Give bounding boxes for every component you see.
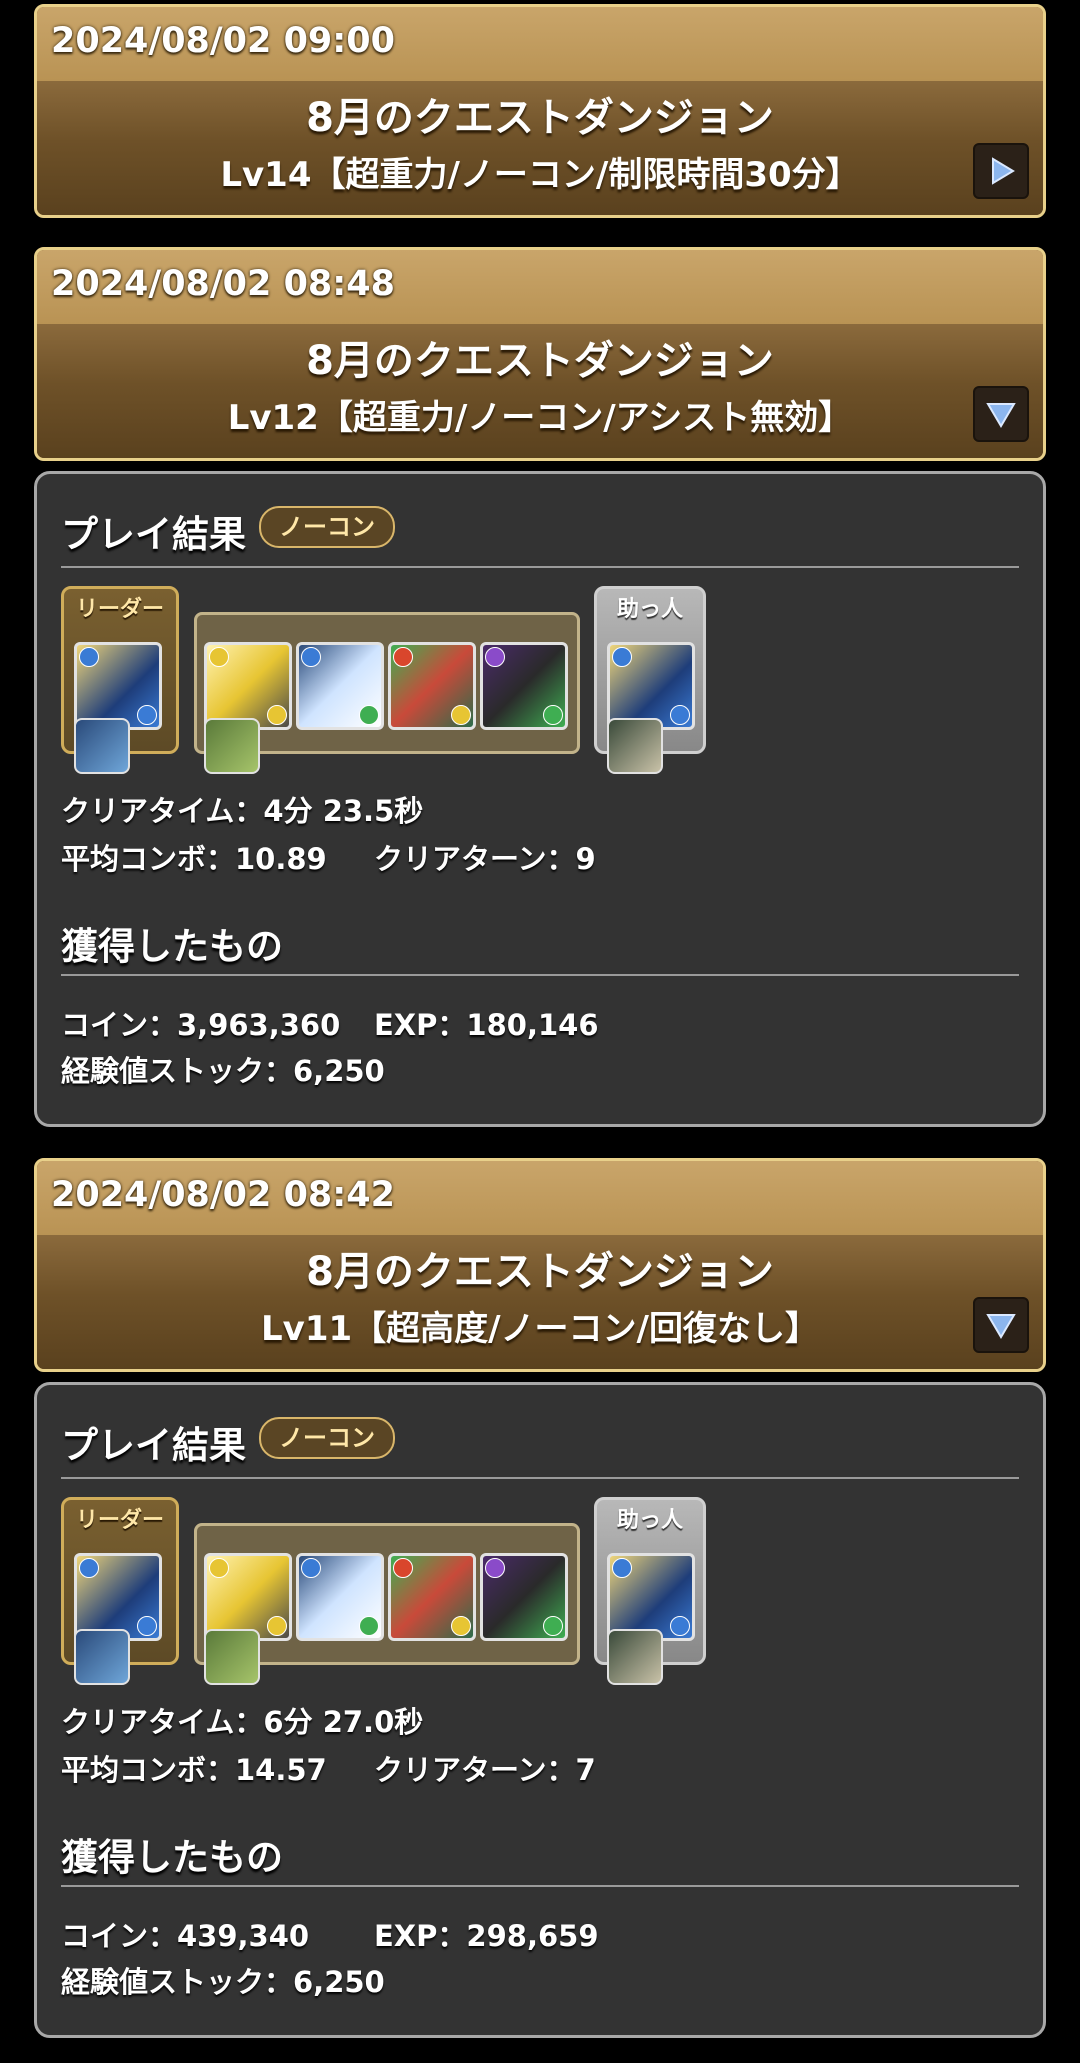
member-1-assist-icon[interactable] (204, 1629, 260, 1685)
coin-reward: コイン：439,340 (61, 1919, 310, 1953)
leader-label: リーダー (75, 597, 164, 622)
member-3-monster-icon[interactable] (388, 1553, 476, 1641)
exp-stock: 経験値ストック：6,250 (61, 1054, 385, 1088)
entry-body: 8月のクエストダンジョン Lv12【超重力/ノーコン/アシスト無効】 (37, 324, 1043, 458)
water-orb-icon (79, 647, 99, 667)
dungeon-entry-header-1[interactable]: 2024/08/02 09:00 8月のクエストダンジョン Lv14【超重力/ノ… (34, 4, 1046, 218)
leader-monster-icon[interactable] (74, 1553, 162, 1641)
divider (61, 1885, 1019, 1887)
entry-date: 2024/08/02 08:48 (51, 264, 395, 304)
entry-body: 8月のクエストダンジョン Lv14【超重力/ノーコン/制限時間30分】 (37, 81, 1043, 215)
water-orb-icon (612, 647, 632, 667)
dungeon-entry-header-2[interactable]: 2024/08/02 08:48 8月のクエストダンジョン Lv12【超重力/ノ… (34, 247, 1046, 461)
dungeon-title: 8月のクエストダンジョン (306, 338, 774, 384)
date-band: 2024/08/02 08:48 (37, 250, 1043, 324)
exp-reward: EXP：298,659 (374, 1919, 599, 1953)
water-orb-icon (301, 1558, 321, 1578)
clear-time: クリアタイム：4分 23.5秒 (61, 794, 424, 828)
dungeon-floor-name: Lv12【超重力/ノーコン/アシスト無効】 (227, 398, 853, 438)
helper-assist-icon[interactable] (607, 1629, 663, 1685)
average-combo: 平均コンボ：14.57 (61, 1753, 327, 1787)
play-result-panel-2: プレイ結果 ノーコン リーダー 助っ人 クリアタイム：6分 27.0秒 平均コン… (34, 1382, 1046, 2038)
wood-orb-icon (359, 705, 379, 725)
member-2-monster-icon[interactable] (296, 642, 384, 730)
member-3-monster-icon[interactable] (388, 642, 476, 730)
leader-assist-icon[interactable] (74, 1629, 130, 1685)
helper-label: 助っ人 (616, 1508, 683, 1533)
water-orb-icon (612, 1558, 632, 1578)
loot-heading: 獲得したもの (61, 925, 283, 968)
no-continue-badge: ノーコン (259, 1417, 395, 1459)
helper-monster-icon[interactable] (607, 1553, 695, 1641)
exp-reward: EXP：180,146 (374, 1008, 599, 1042)
light-orb-icon (451, 705, 471, 725)
coin-reward: コイン：3,963,360 (61, 1008, 341, 1042)
helper-label: 助っ人 (616, 597, 683, 622)
dungeon-title: 8月のクエストダンジョン (306, 1249, 774, 1295)
wood-orb-icon (543, 705, 563, 725)
light-orb-icon (267, 705, 287, 725)
light-orb-icon (267, 1616, 287, 1636)
dungeon-floor-name: Lv11【超高度/ノーコン/回復なし】 (261, 1309, 819, 1349)
play-result-heading: プレイ結果 (61, 513, 246, 556)
dungeon-floor-name: Lv14【超重力/ノーコン/制限時間30分】 (220, 155, 860, 195)
member-1-monster-icon[interactable] (204, 642, 292, 730)
loot-heading: 獲得したもの (61, 1836, 283, 1879)
dungeon-title: 8月のクエストダンジョン (306, 95, 774, 141)
collapse-toggle-button[interactable] (973, 386, 1029, 442)
wood-orb-icon (359, 1616, 379, 1636)
play-result-heading: プレイ結果 (61, 1424, 246, 1467)
divider (61, 566, 1019, 568)
leader-monster-icon[interactable] (74, 642, 162, 730)
light-orb-icon (209, 647, 229, 667)
divider (61, 974, 1019, 976)
divider (61, 1477, 1019, 1479)
water-orb-icon (301, 647, 321, 667)
fire-orb-icon (393, 1558, 413, 1578)
dark-orb-icon (485, 647, 505, 667)
leader-assist-icon[interactable] (74, 718, 130, 774)
water-orb-icon (137, 705, 157, 725)
collapse-toggle-button[interactable] (973, 1297, 1029, 1353)
light-orb-icon (209, 1558, 229, 1578)
triangle-down-icon (986, 403, 1016, 428)
member-2-monster-icon[interactable] (296, 1553, 384, 1641)
dark-orb-icon (485, 1558, 505, 1578)
exp-stock: 経験値ストック：6,250 (61, 1965, 385, 1999)
leader-label: リーダー (75, 1508, 164, 1533)
helper-assist-icon[interactable] (607, 718, 663, 774)
water-orb-icon (137, 1616, 157, 1636)
clear-turn: クリアターン：9 (374, 842, 596, 876)
no-continue-badge: ノーコン (259, 506, 395, 548)
water-orb-icon (670, 705, 690, 725)
entry-date: 2024/08/02 09:00 (51, 21, 395, 61)
member-4-monster-icon[interactable] (480, 642, 568, 730)
water-orb-icon (670, 1616, 690, 1636)
play-result-panel-1: プレイ結果 ノーコン リーダー 助っ人 クリアタイム：4分 23.5秒 平均コン… (34, 471, 1046, 1127)
expand-toggle-button[interactable] (973, 143, 1029, 199)
member-1-assist-icon[interactable] (204, 718, 260, 774)
clear-time: クリアタイム：6分 27.0秒 (61, 1705, 424, 1739)
fire-orb-icon (393, 647, 413, 667)
triangle-down-icon (986, 1314, 1016, 1339)
date-band: 2024/08/02 09:00 (37, 7, 1043, 81)
date-band: 2024/08/02 08:42 (37, 1161, 1043, 1235)
wood-orb-icon (543, 1616, 563, 1636)
entry-date: 2024/08/02 08:42 (51, 1175, 395, 1215)
member-4-monster-icon[interactable] (480, 1553, 568, 1641)
play-right-icon (992, 157, 1015, 185)
dungeon-entry-header-3[interactable]: 2024/08/02 08:42 8月のクエストダンジョン Lv11【超高度/ノ… (34, 1158, 1046, 1372)
clear-turn: クリアターン：7 (374, 1753, 596, 1787)
light-orb-icon (451, 1616, 471, 1636)
entry-body: 8月のクエストダンジョン Lv11【超高度/ノーコン/回復なし】 (37, 1235, 1043, 1369)
average-combo: 平均コンボ：10.89 (61, 842, 327, 876)
member-1-monster-icon[interactable] (204, 1553, 292, 1641)
water-orb-icon (79, 1558, 99, 1578)
helper-monster-icon[interactable] (607, 642, 695, 730)
